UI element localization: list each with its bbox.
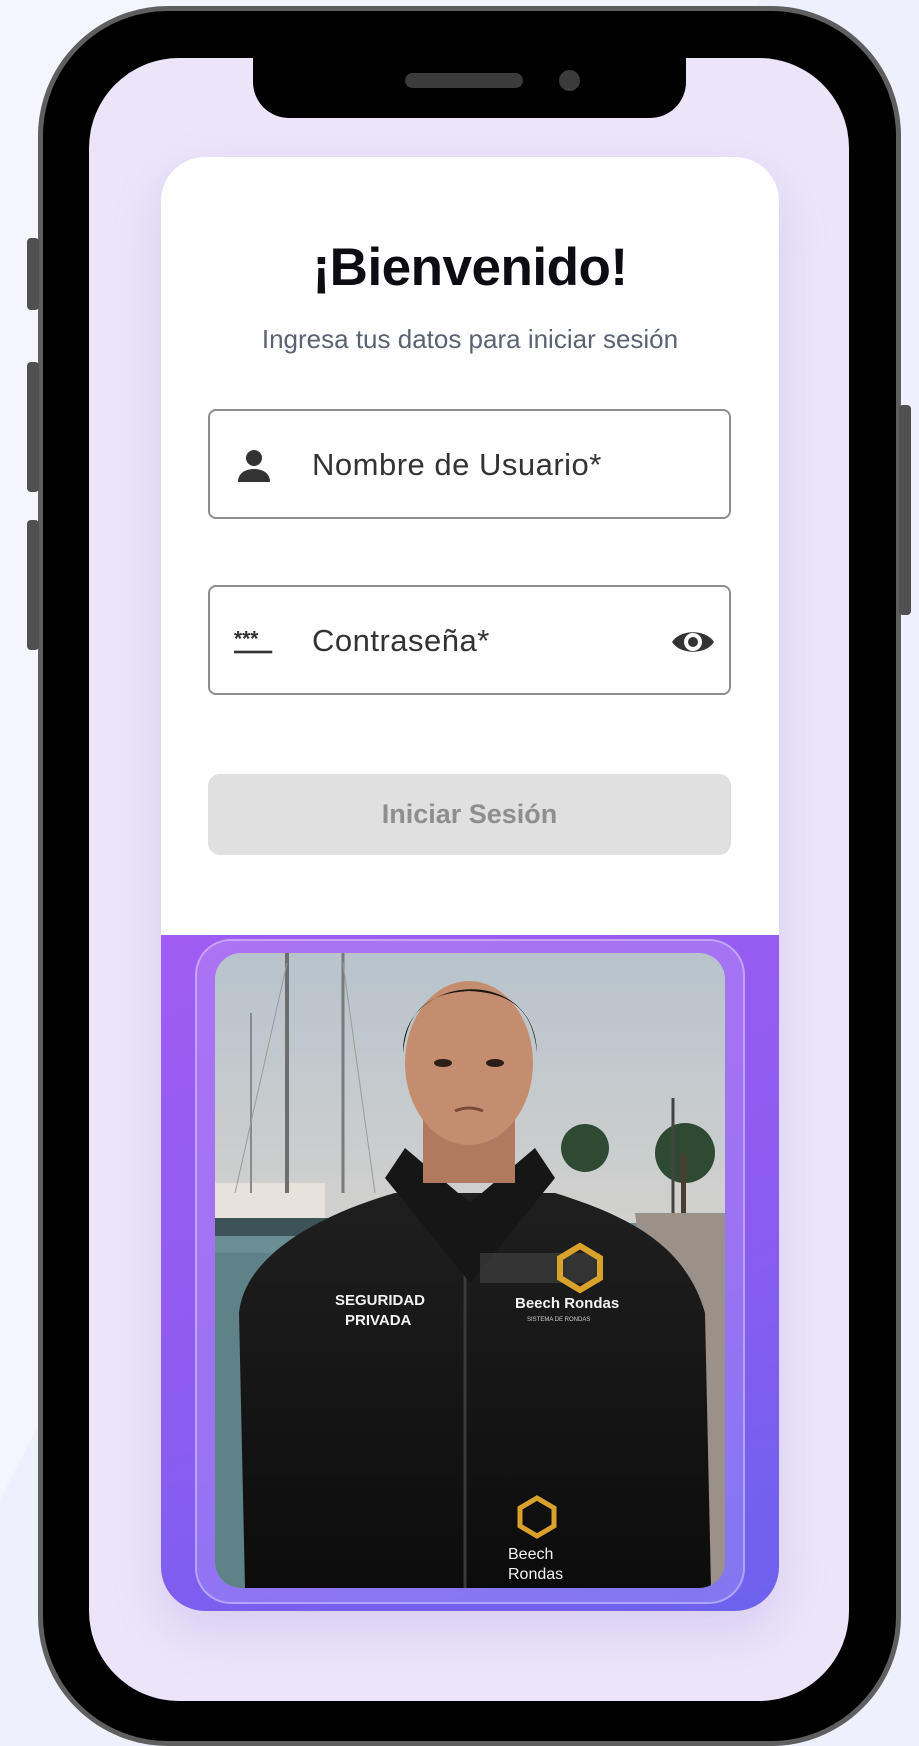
- photo-panel: Beech Rondas SISTEMA DE RONDAS SEGURIDAD…: [161, 935, 779, 1611]
- speaker: [405, 73, 523, 88]
- power-button: [899, 405, 911, 615]
- front-camera: [559, 70, 580, 91]
- jacket-bottom-text-2: Rondas: [508, 1566, 563, 1583]
- jacket-tagline-text: SISTEMA DE RONDAS: [527, 1317, 590, 1323]
- eye-icon[interactable]: [670, 622, 716, 662]
- guard-photo: Beech Rondas SISTEMA DE RONDAS SEGURIDAD…: [215, 953, 725, 1588]
- person-icon: [238, 450, 270, 482]
- notch: [253, 58, 686, 118]
- volume-down-button: [27, 520, 39, 650]
- password-mask-glyph: ***: [234, 627, 259, 650]
- mute-switch: [27, 238, 39, 310]
- password-field[interactable]: *** Contraseña*: [208, 585, 731, 695]
- jacket-bottom-text-1: Beech: [508, 1546, 553, 1563]
- password-label: Contraseña*: [312, 623, 490, 658]
- jacket-brand-text: Beech Rondas: [515, 1295, 619, 1312]
- guard-illustration: Beech Rondas SISTEMA DE RONDAS SEGURIDAD…: [215, 953, 725, 1588]
- password-icon: ***: [234, 627, 273, 654]
- volume-up-button: [27, 362, 39, 492]
- username-field[interactable]: Nombre de Usuario*: [208, 409, 731, 519]
- page-subtitle: Ingresa tus datos para iniciar sesión: [261, 324, 679, 354]
- username-label: Nombre de Usuario*: [312, 447, 602, 482]
- jacket-left-text-2: PRIVADA: [345, 1312, 412, 1329]
- login-card: ¡Bienvenido! Ingresa tus datos para inic…: [161, 157, 779, 1611]
- jacket-left-text-1: SEGURIDAD: [335, 1292, 425, 1309]
- page-title: ¡Bienvenido!: [312, 238, 628, 297]
- login-button[interactable]: Iniciar Sesión: [208, 774, 731, 855]
